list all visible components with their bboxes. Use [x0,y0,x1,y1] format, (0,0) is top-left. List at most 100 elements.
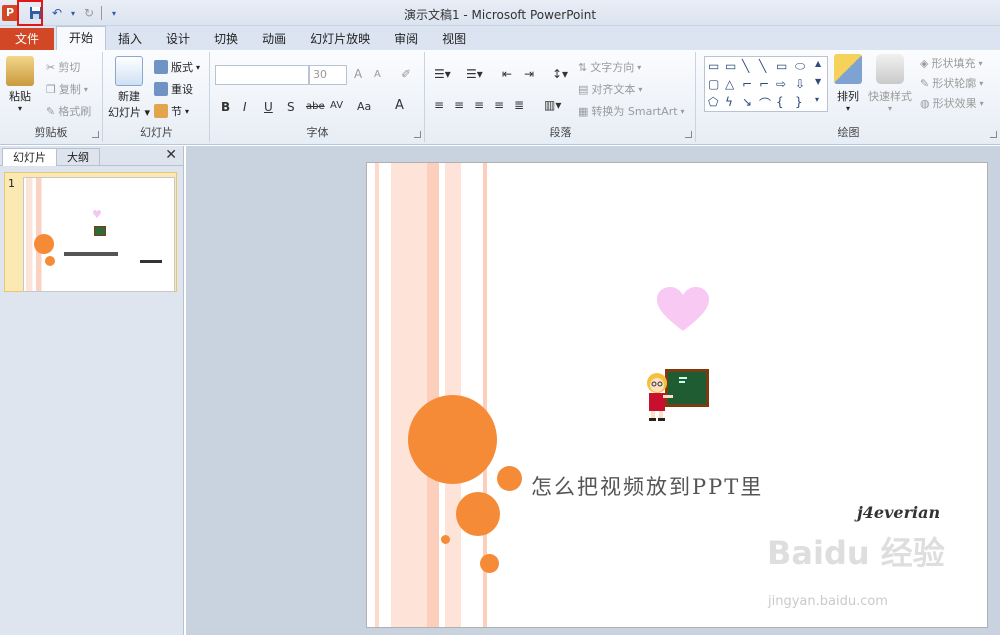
shadow-button[interactable]: S [287,100,295,114]
drawing-launcher-icon[interactable] [990,131,997,138]
font-name-field[interactable] [215,65,309,85]
paragraph-launcher-icon[interactable] [685,131,692,138]
tab-transitions[interactable]: 切换 [202,28,250,50]
gallery-scroll-up-icon[interactable]: ▲ [815,59,821,68]
shape-misc-icon[interactable]: ⬠ [708,95,718,109]
format-painter-button[interactable]: ✎ 格式刷 [46,102,91,120]
connector-shape-icon[interactable]: ⌐ [742,77,752,91]
numbering-icon[interactable]: ☰▾ [466,67,483,81]
line2-shape-icon[interactable]: ╲ [759,59,766,73]
copy-button[interactable]: ❐ 复制 ▾ [46,80,88,98]
shape-fill-button[interactable]: ◈ 形状填充 ▾ [920,54,982,72]
distribute-icon[interactable]: ≣ [514,98,524,112]
change-case-button[interactable]: Aa [357,100,371,113]
cut-label: 剪切 [58,61,81,74]
tab-home[interactable]: 开始 [56,26,107,50]
increase-indent-icon[interactable]: ⇥ [524,67,534,81]
tab-design[interactable]: 设计 [154,28,202,50]
left-brace-shape-icon[interactable]: { [776,95,784,109]
shape-effects-label: 形状效果 [932,97,977,110]
connector2-shape-icon[interactable]: ⌐ [759,77,769,91]
bullets-icon[interactable]: ☰▾ [434,67,451,81]
thumb-heart-icon: ♥ [92,208,102,221]
baidu-watermark-url: jingyan.baidu.com [768,594,888,609]
underline-button[interactable]: U [264,100,273,114]
font-color-button[interactable]: A [395,98,404,113]
grow-font-button[interactable]: A [354,67,362,81]
ribbon: 粘贴 ▾ ✂ 剪切 ❐ 复制 ▾ ✎ 格式刷 剪贴板 新建 幻灯片 ▾ 版式 ▾ 重设 节… [0,50,1000,145]
clipboard-launcher-icon[interactable] [92,131,99,138]
triangle-shape-icon[interactable]: △ [725,77,734,91]
align-center-icon[interactable]: ≡ [454,98,464,112]
teacher-clipart-icon[interactable] [643,367,711,426]
align-right-icon[interactable]: ≡ [474,98,484,112]
line-shape-icon[interactable]: ╲ [742,59,749,73]
slide-thumbnail-selected[interactable]: 1 ♥ [4,172,177,292]
tab-insert[interactable]: 插入 [106,28,154,50]
clipboard-group-label: 剪贴板 [34,126,68,139]
tab-view[interactable]: 视图 [430,28,478,50]
tab-file[interactable]: 文件 [0,28,54,50]
right-arrow-shape-icon[interactable]: ⇨ [776,77,786,91]
cut-button[interactable]: ✂ 剪切 [46,58,80,76]
down-arrow-shape-icon[interactable]: ⇩ [795,77,805,91]
columns-icon[interactable]: ▥▾ [544,98,561,112]
vertical-textbox-shape-icon[interactable]: ▭ [725,59,736,73]
arc-shape-icon[interactable]: ⌒ [759,95,771,112]
layout-button[interactable]: 版式 ▾ [154,58,200,76]
slide-title-text[interactable]: 怎么把视频放到PPT里 [531,471,763,501]
curve-shape-icon[interactable]: ↘ [742,95,752,109]
paragraph-group: ☰▾ ☰▾ ⇤ ⇥ ↕▾ ⇅ 文字方向 ▾ ▤ 对齐文本 ▾ ▦ 转换为 SmartArt… [426,52,696,142]
tab-outline[interactable]: 大纲 [56,148,100,166]
tab-slideshow[interactable]: 幻灯片放映 [298,28,382,50]
shape-effects-button[interactable]: ◍ 形状效果 ▾ [920,94,984,112]
close-pane-icon[interactable]: ✕ [165,147,177,163]
new-slide-button[interactable]: 新建 幻灯片 ▾ [108,56,150,120]
align-text-button[interactable]: ▤ 对齐文本 ▾ [578,80,642,98]
italic-button[interactable]: I [243,100,247,114]
strikethrough-button[interactable]: abe [306,101,325,112]
paint-bucket-icon: ◈ [920,56,929,70]
shrink-font-button[interactable]: A [374,69,381,80]
reset-button[interactable]: 重设 [154,80,193,98]
tiny-orange-circle [441,535,450,544]
copy-icon: ❐ [46,82,56,96]
arrange-label: 排列 [837,90,859,103]
paragraph-group-label: 段落 [549,126,572,139]
text-direction-button[interactable]: ⇅ 文字方向 ▾ [578,58,641,76]
tab-slides[interactable]: 幻灯片 [2,148,57,166]
clear-format-icon[interactable]: ✐ [401,67,411,81]
justify-icon[interactable]: ≡ [494,98,504,112]
layout-icon [154,60,168,74]
font-group-label: 字体 [306,126,329,139]
right-brace-shape-icon[interactable]: } [795,95,803,109]
font-launcher-icon[interactable] [414,131,421,138]
gallery-more-icon[interactable]: ▾ [815,95,819,104]
gallery-scroll-down-icon[interactable]: ▼ [815,77,821,86]
slide-author-text[interactable]: j4everian [857,503,940,522]
rectangle-shape-icon[interactable]: ▭ [776,59,787,73]
layout-label: 版式 [171,61,193,74]
tab-review[interactable]: 审阅 [382,28,430,50]
oval-shape-icon[interactable]: ⬭ [795,59,805,74]
paste-button[interactable]: 粘贴 ▾ [6,56,34,113]
shape-outline-button[interactable]: ✎ 形状轮廓 ▾ [920,74,983,92]
arrange-button[interactable]: 排列 ▾ [834,54,862,113]
shapes-gallery[interactable]: ▭ ▭ ╲ ╲ ▭ ⬭ ▢ △ ⌐ ⌐ ⇨ ⇩ ⬠ ϟ ↘ ⌒ { } ▲ ▼ … [704,56,828,112]
line-spacing-icon[interactable]: ↕▾ [552,67,568,81]
slides-group-label: 幻灯片 [140,126,173,139]
heart-icon[interactable] [657,287,709,336]
bolt-shape-icon[interactable]: ϟ [725,95,733,109]
bold-button[interactable]: B [221,100,230,114]
rounded-rect-shape-icon[interactable]: ▢ [708,77,719,91]
tab-animations[interactable]: 动画 [250,28,298,50]
textbox-shape-icon[interactable]: ▭ [708,59,719,73]
smartart-button[interactable]: ▦ 转换为 SmartArt ▾ [578,102,685,120]
char-spacing-button[interactable]: AV [330,100,343,111]
quick-styles-button[interactable]: 快速样式 ▾ [868,54,912,113]
decrease-indent-icon[interactable]: ⇤ [502,67,512,81]
section-button[interactable]: 节 ▾ [154,102,189,120]
font-size-field[interactable]: 30 [309,65,347,85]
baidu-watermark: Baidu 经验 [767,534,945,572]
align-left-icon[interactable]: ≡ [434,98,444,112]
